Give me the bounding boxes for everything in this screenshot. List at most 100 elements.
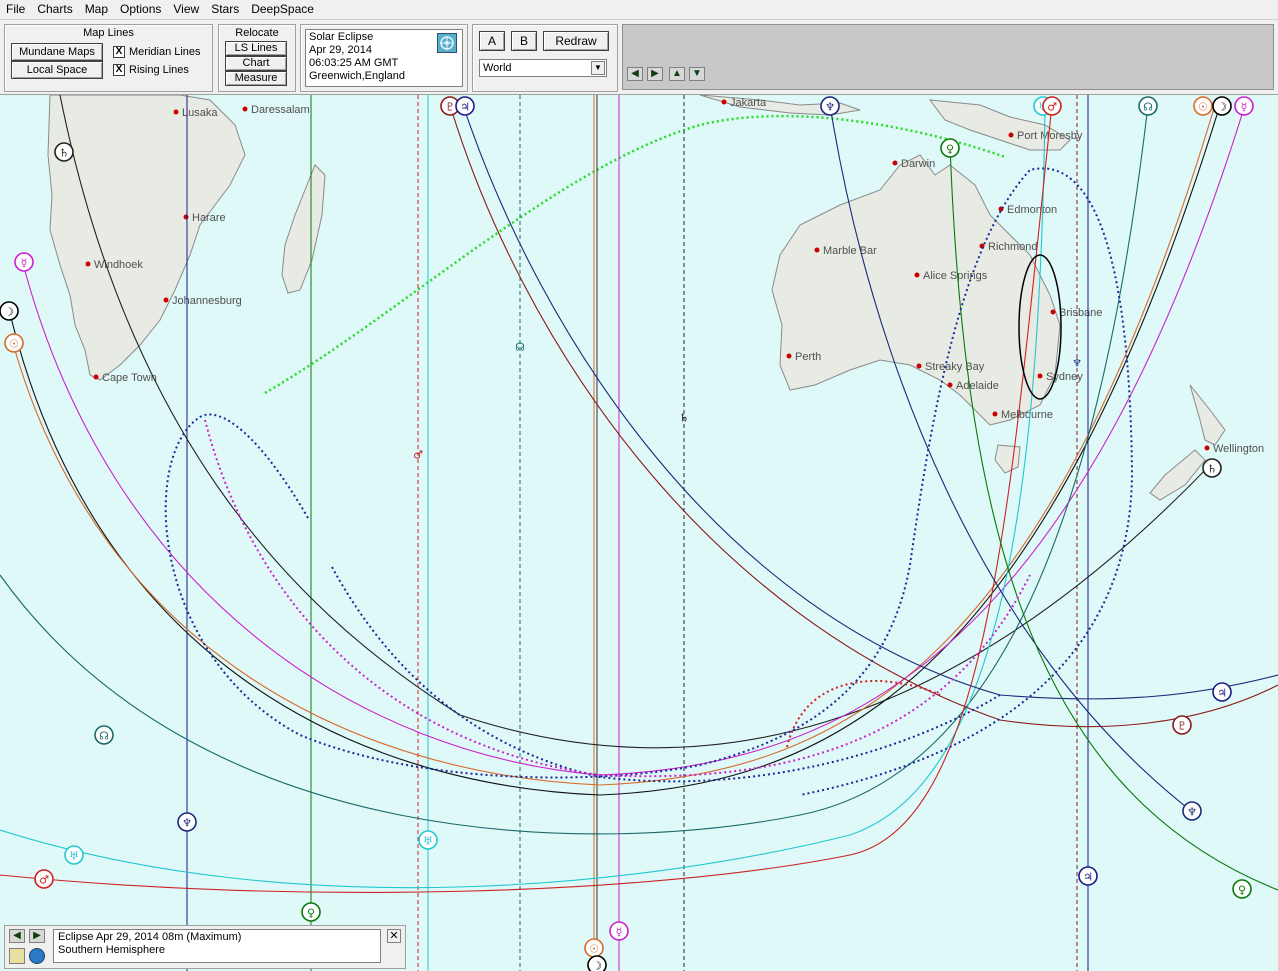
uranus-glyph-icon[interactable]: ♅ — [418, 830, 438, 850]
city-label: Richmond — [988, 241, 1038, 253]
new-zealand-south-land — [1149, 449, 1206, 501]
mercury-glyph-icon[interactable]: ☿ — [14, 252, 34, 272]
city-dot — [916, 363, 922, 369]
menu-map[interactable]: Map — [79, 0, 114, 19]
eclipse-status-panel: ◀ ▶ Eclipse Apr 29, 2014 08m (Maximum) S… — [4, 925, 406, 969]
neptune-glyph-icon[interactable]: ♆ — [1182, 801, 1202, 821]
astro-map[interactable]: Lusaka Daressalam Harare Windhoek Johannesbu… — [0, 95, 1278, 971]
venus-glyph-icon[interactable]: ♀ — [301, 902, 321, 922]
city-label: Sydney — [1046, 371, 1083, 383]
city-daressalam: Daressalam — [242, 104, 310, 116]
local-space-button[interactable]: Local Space — [11, 61, 103, 79]
mars-dotted-arc — [786, 679, 941, 748]
uranus-glyph-icon[interactable]: ♅ — [64, 845, 84, 865]
neptune-line-label-icon: ♆ — [1072, 357, 1082, 370]
arrow-right-icon[interactable]: ▶ — [647, 67, 663, 81]
status-next-icon[interactable]: ▶ — [29, 929, 45, 943]
saturn-glyph-symbol: ♄ — [59, 147, 69, 160]
sun-glyph-icon[interactable]: ☉ — [1193, 96, 1213, 116]
redraw-button[interactable]: Redraw — [543, 31, 609, 51]
node-glyph-icon[interactable]: ☊ — [1138, 96, 1158, 116]
eclipse-status-line2: Southern Hemisphere — [58, 944, 166, 956]
mercury-glyph-symbol: ☿ — [616, 926, 623, 939]
city-richmond: Richmond — [979, 241, 1038, 253]
jupiter-glyph-icon[interactable]: ♃ — [1212, 682, 1232, 702]
city-dot — [814, 247, 820, 253]
arrow-down-icon[interactable]: ▼ — [689, 67, 705, 81]
ls-lines-button[interactable]: LS Lines — [225, 41, 287, 56]
map-lines-group: Map Lines Mundane Maps Local Space X Mer… — [4, 24, 213, 92]
new-zealand-north-land — [1189, 384, 1226, 446]
mercury-glyph-icon[interactable]: ☿ — [609, 921, 629, 941]
chart-time: 06:03:25 AM GMT — [309, 57, 399, 69]
menu-stars[interactable]: Stars — [205, 0, 245, 19]
menu-charts[interactable]: Charts — [31, 0, 78, 19]
menu-deepspace[interactable]: DeepSpace — [245, 0, 320, 19]
moon-glyph-symbol: ☽ — [1217, 101, 1227, 114]
city-label: Brisbane — [1059, 307, 1102, 319]
globe-icon[interactable] — [29, 948, 45, 964]
city-adelaide: Adelaide — [947, 380, 999, 392]
city-dot — [242, 106, 248, 112]
b-button[interactable]: B — [511, 31, 537, 51]
sun-glyph-icon[interactable]: ☉ — [4, 333, 24, 353]
region-select[interactable]: World ▼ — [479, 59, 607, 77]
menu-file[interactable]: File — [0, 0, 31, 19]
venus-glyph-icon[interactable]: ♀ — [940, 138, 960, 158]
city-dot — [786, 353, 792, 359]
map-canvas[interactable]: Lusaka DaressalamHarareWindhoekJohannesbu… — [0, 95, 1278, 971]
map-legend-icon[interactable] — [9, 948, 25, 964]
jupiter-glyph-symbol: ♃ — [460, 101, 470, 114]
city-dot — [183, 214, 189, 220]
status-prev-icon[interactable]: ◀ — [9, 929, 25, 943]
tasmania-land — [994, 444, 1021, 474]
saturn-glyph-icon[interactable]: ♄ — [1202, 458, 1222, 478]
rising-check-box[interactable]: X — [113, 64, 125, 76]
arrow-left-icon[interactable]: ◀ — [627, 67, 643, 81]
uranus-glyph-symbol: ♅ — [423, 835, 433, 848]
city-streaky-bay: Streaky Bay — [916, 361, 985, 373]
arrow-up-icon[interactable]: ▲ — [669, 67, 685, 81]
city-melbourne: Melbourne — [992, 409, 1053, 421]
close-icon[interactable]: ✕ — [387, 929, 401, 943]
moon-glyph-icon[interactable]: ☽ — [0, 301, 19, 321]
pluto-glyph-icon[interactable]: ♇ — [1172, 715, 1192, 735]
mars-glyph-icon[interactable]: ♂ — [34, 869, 54, 889]
city-label: Harare — [192, 212, 226, 224]
neptune-glyph-icon[interactable]: ♆ — [177, 812, 197, 832]
city-dot — [1037, 373, 1043, 379]
menu-view[interactable]: View — [167, 0, 205, 19]
rising-lines-checkbox[interactable]: X Rising Lines — [113, 64, 189, 76]
moon-glyph-icon[interactable]: ☽ — [1212, 96, 1232, 116]
node-glyph-icon[interactable]: ☊ — [94, 725, 114, 745]
sun-glyph-icon[interactable]: ☉ — [584, 938, 604, 958]
city-label: Marble Bar — [823, 245, 877, 257]
madagascar-land — [281, 164, 326, 294]
jupiter-glyph-icon[interactable]: ♃ — [455, 96, 475, 116]
neptune-glyph-icon[interactable]: ♆ — [820, 96, 840, 116]
chart-location: Greenwich,England — [309, 70, 406, 82]
mars-glyph-symbol: ♂ — [1047, 101, 1057, 114]
mundane-maps-button[interactable]: Mundane Maps — [11, 43, 103, 61]
chart-wheel-icon[interactable] — [437, 33, 457, 53]
moon-glyph-icon[interactable]: ☽ — [587, 955, 607, 971]
saturn-glyph-icon[interactable]: ♄ — [54, 142, 74, 162]
mercury-glyph-icon[interactable]: ☿ — [1234, 96, 1254, 116]
city-label: Port Moresby — [1017, 130, 1083, 142]
relocate-chart-button[interactable]: Chart — [225, 56, 287, 71]
city-label: Windhoek — [94, 259, 143, 271]
menu-options[interactable]: Options — [114, 0, 167, 19]
venus-glyph-icon[interactable]: ♀ — [1232, 879, 1252, 899]
mars-glyph-icon[interactable]: ♂ — [1042, 96, 1062, 116]
eclipse-status-line1: Eclipse Apr 29, 2014 08m (Maximum) — [58, 931, 242, 943]
city-dot — [992, 411, 998, 417]
meridian-lines-checkbox[interactable]: X Meridian Lines — [113, 46, 201, 58]
city-dot — [163, 297, 169, 303]
sun-glyph-symbol: ☉ — [589, 943, 599, 956]
meridian-check-box[interactable]: X — [113, 46, 125, 58]
a-button[interactable]: A — [479, 31, 505, 51]
measure-button[interactable]: Measure — [225, 71, 287, 86]
dropdown-arrow-icon[interactable]: ▼ — [591, 61, 605, 75]
jupiter-glyph-icon[interactable]: ♃ — [1078, 866, 1098, 886]
eclipse-inner-arc — [331, 566, 1001, 783]
